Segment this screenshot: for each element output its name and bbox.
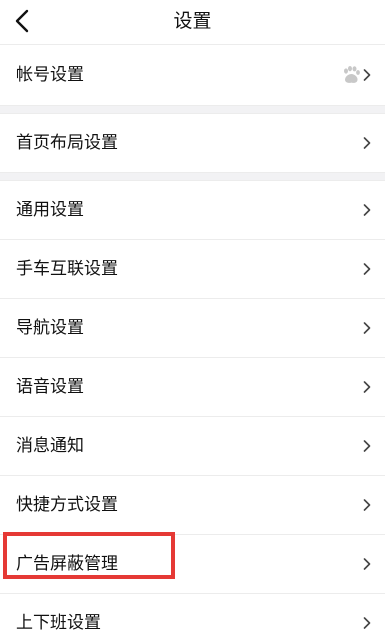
- settings-list: 通用设置 手车互联设置 导航设置 语音设置 消息通知 快捷方式设置 广告屏蔽管理…: [0, 181, 385, 636]
- navigation-settings-label: 导航设置: [16, 318, 84, 338]
- ad-block-management-row[interactable]: 广告屏蔽管理: [0, 535, 385, 593]
- message-notification-label: 消息通知: [16, 436, 84, 456]
- home-layout-settings-row[interactable]: 首页布局设置: [0, 114, 385, 172]
- ad-block-management-label: 广告屏蔽管理: [16, 554, 118, 574]
- phone-car-link-settings-row[interactable]: 手车互联设置: [0, 240, 385, 298]
- commute-settings-label: 上下班设置: [16, 613, 101, 633]
- shortcut-settings-row[interactable]: 快捷方式设置: [0, 476, 385, 534]
- chevron-right-icon: [363, 322, 371, 334]
- top-bar: 设置: [0, 0, 385, 44]
- section-gap: [0, 172, 385, 181]
- home-layout-settings-label: 首页布局设置: [16, 133, 118, 153]
- account-settings-row[interactable]: 帐号设置: [0, 45, 385, 105]
- commute-settings-row[interactable]: 上下班设置: [0, 594, 385, 636]
- chevron-right-icon: [363, 381, 371, 393]
- section-gap: [0, 105, 385, 114]
- chevron-right-icon: [363, 440, 371, 452]
- page-title: 设置: [173, 10, 212, 32]
- voice-settings-row[interactable]: 语音设置: [0, 358, 385, 416]
- chevron-right-icon: [363, 499, 371, 511]
- chevron-right-icon: [363, 263, 371, 275]
- general-settings-row[interactable]: 通用设置: [0, 181, 385, 239]
- chevron-right-icon: [363, 69, 371, 81]
- navigation-settings-row[interactable]: 导航设置: [0, 299, 385, 357]
- general-settings-label: 通用设置: [16, 200, 84, 220]
- message-notification-row[interactable]: 消息通知: [0, 417, 385, 475]
- chevron-right-icon: [363, 204, 371, 216]
- shortcut-settings-label: 快捷方式设置: [16, 495, 118, 515]
- chevron-right-icon: [363, 137, 371, 149]
- baidu-paw-icon: [341, 65, 361, 85]
- settings-page: 设置 帐号设置 首页布局设置 通用设置 手车互联设置 导航设置 语音设置 消息通…: [0, 0, 385, 636]
- chevron-right-icon: [363, 558, 371, 570]
- chevron-right-icon: [363, 617, 371, 629]
- phone-car-link-settings-label: 手车互联设置: [16, 259, 118, 279]
- voice-settings-label: 语音设置: [16, 377, 84, 397]
- account-settings-label: 帐号设置: [16, 65, 84, 85]
